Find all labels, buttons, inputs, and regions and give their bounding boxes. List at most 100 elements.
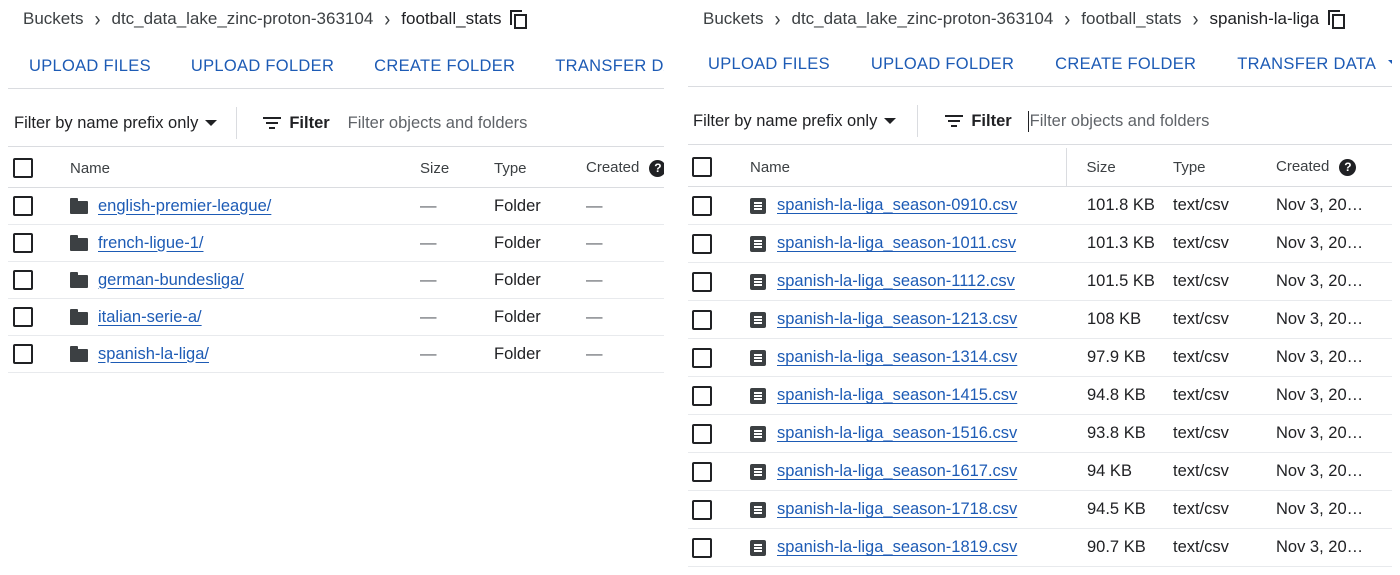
select-all-checkbox[interactable] <box>13 158 33 178</box>
row-checkbox-cell[interactable] <box>688 414 750 453</box>
prefix-filter-select[interactable]: Filter by name prefix only <box>14 114 218 133</box>
table-row[interactable]: spanish-la-liga_season-1415.csv 94.8 KB te… <box>688 376 1392 415</box>
row-checkbox-cell[interactable] <box>688 338 750 377</box>
row-checkbox[interactable] <box>692 309 712 330</box>
object-name-link[interactable]: italian-serie-a/ <box>98 308 202 327</box>
breadcrumb-folder[interactable]: football_stats <box>1081 9 1181 29</box>
folder-icon <box>70 271 88 288</box>
table-row[interactable]: spanish-la-liga_season-1516.csv 93.8 KB te… <box>688 414 1392 453</box>
object-name-link[interactable]: spanish-la-liga_season-1718.csv <box>777 500 1017 519</box>
row-checkbox[interactable] <box>692 385 712 406</box>
caret-down-icon <box>884 118 897 124</box>
type-cell: text/csv <box>1173 414 1276 453</box>
row-checkbox-cell[interactable] <box>688 490 750 529</box>
help-icon[interactable]: ? <box>649 159 664 177</box>
create-folder-button[interactable]: CREATE FOLDER <box>374 57 515 76</box>
row-checkbox[interactable] <box>692 423 712 444</box>
object-name-link[interactable]: spanish-la-liga_season-1314.csv <box>777 348 1017 367</box>
upload-files-button[interactable]: UPLOAD FILES <box>708 55 830 74</box>
filter-input[interactable] <box>345 112 580 134</box>
upload-folder-button[interactable]: UPLOAD FOLDER <box>871 55 1014 74</box>
column-header-type[interactable]: Type <box>494 149 586 188</box>
row-checkbox-cell[interactable] <box>688 452 750 491</box>
select-all-checkbox-cell[interactable] <box>688 148 750 187</box>
object-name-link[interactable]: spanish-la-liga_season-1011.csv <box>777 234 1016 253</box>
select-all-checkbox[interactable] <box>692 157 712 177</box>
help-icon[interactable]: ? <box>1339 158 1357 176</box>
breadcrumb-buckets[interactable]: Buckets <box>23 9 83 29</box>
row-checkbox-cell[interactable] <box>8 187 70 225</box>
row-checkbox-cell[interactable] <box>688 528 750 567</box>
table-row[interactable]: spanish-la-liga_season-1718.csv 94.5 KB te… <box>688 490 1392 529</box>
table-row[interactable]: spanish-la-liga_season-1819.csv 90.7 KB te… <box>688 528 1392 567</box>
table-row[interactable]: spanish-la-liga_season-1213.csv 108 KB tex… <box>688 300 1392 339</box>
copy-icon[interactable] <box>510 10 528 29</box>
row-checkbox-cell[interactable] <box>688 186 750 225</box>
column-header-size[interactable]: Size <box>1065 148 1173 187</box>
row-checkbox[interactable] <box>13 344 33 364</box>
row-checkbox[interactable] <box>692 347 712 368</box>
object-name-link[interactable]: german-bundesliga/ <box>98 271 244 290</box>
table-row[interactable]: spanish-la-liga_season-0910.csv 101.8 KB t… <box>688 186 1392 225</box>
row-checkbox[interactable] <box>13 233 33 253</box>
column-header-created[interactable]: Created? <box>586 149 664 188</box>
row-checkbox[interactable] <box>692 461 712 482</box>
row-checkbox[interactable] <box>692 537 712 558</box>
row-checkbox-cell[interactable] <box>688 262 750 301</box>
object-name-link[interactable]: spanish-la-liga_season-1112.csv <box>777 272 1015 291</box>
object-name-link[interactable]: spanish-la-liga_season-1213.csv <box>777 310 1017 329</box>
object-name-link[interactable]: spanish-la-liga_season-1617.csv <box>777 462 1017 481</box>
row-checkbox-cell[interactable] <box>8 335 70 373</box>
object-name-link[interactable]: spanish-la-liga_season-0910.csv <box>777 196 1017 215</box>
row-checkbox[interactable] <box>13 270 33 290</box>
row-checkbox-cell[interactable] <box>8 298 70 336</box>
object-name-link[interactable]: spanish-la-liga_season-1819.csv <box>777 538 1017 557</box>
create-folder-button[interactable]: CREATE FOLDER <box>1055 55 1196 74</box>
row-checkbox-cell[interactable] <box>688 224 750 263</box>
row-checkbox-cell[interactable] <box>688 300 750 339</box>
row-checkbox[interactable] <box>692 271 712 292</box>
object-name-link[interactable]: english-premier-league/ <box>98 197 271 216</box>
table-row[interactable]: italian-serie-a/ — Folder — <box>8 298 664 336</box>
object-name-link[interactable]: spanish-la-liga_season-1415.csv <box>777 386 1017 405</box>
row-checkbox[interactable] <box>13 307 33 327</box>
table-row[interactable]: spanish-la-liga_season-1011.csv 101.3 KB t… <box>688 224 1392 263</box>
row-checkbox[interactable] <box>692 195 712 216</box>
prefix-filter-select[interactable]: Filter by name prefix only <box>693 112 897 131</box>
filter-input[interactable] <box>1027 110 1262 132</box>
filter-button[interactable]: Filter <box>263 114 330 133</box>
row-checkbox-cell[interactable] <box>8 224 70 262</box>
table-row[interactable]: spanish-la-liga_season-1314.csv 97.9 KB te… <box>688 338 1392 377</box>
table-row[interactable]: spanish-la-liga/ — Folder — <box>8 335 664 373</box>
table-row[interactable]: spanish-la-liga_season-1112.csv 101.5 KB t… <box>688 262 1392 301</box>
column-header-name[interactable]: Name <box>750 148 1066 187</box>
object-name-link[interactable]: french-ligue-1/ <box>98 234 203 253</box>
name-cell: spanish-la-liga_season-1819.csv <box>750 528 1066 567</box>
row-checkbox-cell[interactable] <box>688 376 750 415</box>
row-checkbox-cell[interactable] <box>8 261 70 299</box>
table-row[interactable]: french-ligue-1/ — Folder — <box>8 224 664 262</box>
type-cell: text/csv <box>1173 186 1276 225</box>
object-name-link[interactable]: spanish-la-liga/ <box>98 345 209 364</box>
transfer-data-button[interactable]: TRANSFER DATA <box>1237 55 1392 74</box>
object-name-link[interactable]: spanish-la-liga_season-1516.csv <box>777 424 1017 443</box>
transfer-data-button[interactable]: TRANSFER DATA <box>555 57 664 76</box>
breadcrumb-bucket[interactable]: dtc_data_lake_zinc-proton-363104 <box>111 9 373 29</box>
row-checkbox[interactable] <box>13 196 33 216</box>
column-header-size[interactable]: Size <box>420 149 494 188</box>
upload-files-button[interactable]: UPLOAD FILES <box>29 57 151 76</box>
filter-button[interactable]: Filter <box>945 112 1012 131</box>
select-all-checkbox-cell[interactable] <box>8 149 70 188</box>
column-header-created[interactable]: Created? <box>1276 148 1392 187</box>
table-row[interactable]: spanish-la-liga_season-1617.csv 94 KB text… <box>688 452 1392 491</box>
table-row[interactable]: english-premier-league/ — Folder — <box>8 187 664 225</box>
copy-icon[interactable] <box>1328 10 1346 29</box>
row-checkbox[interactable] <box>692 499 712 520</box>
column-header-name[interactable]: Name <box>70 149 420 188</box>
column-header-type[interactable]: Type <box>1173 148 1276 187</box>
breadcrumb-bucket[interactable]: dtc_data_lake_zinc-proton-363104 <box>791 9 1053 29</box>
row-checkbox[interactable] <box>692 233 712 254</box>
breadcrumb-buckets[interactable]: Buckets <box>703 9 763 29</box>
table-row[interactable]: german-bundesliga/ — Folder — <box>8 261 664 299</box>
upload-folder-button[interactable]: UPLOAD FOLDER <box>191 57 334 76</box>
